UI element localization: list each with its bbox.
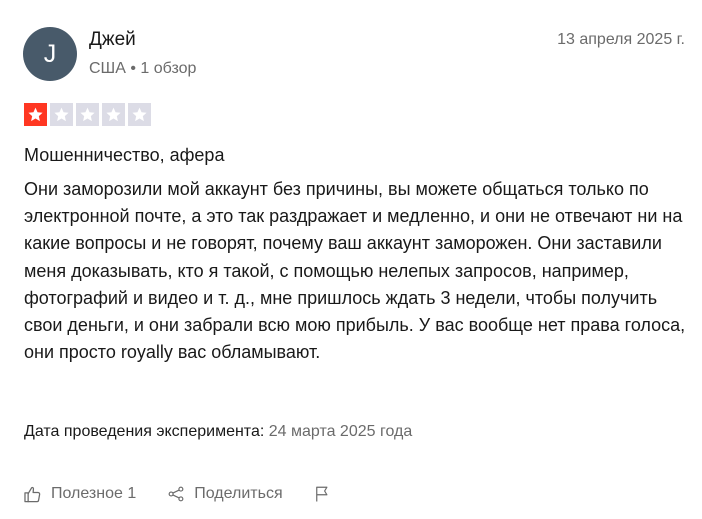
useful-button[interactable]: Полезное 1 — [23, 485, 136, 504]
star-1 — [24, 103, 47, 126]
star-2 — [50, 103, 73, 126]
report-button[interactable] — [313, 484, 331, 504]
review-card: J Джей США • 1 обзор 13 апреля 2025 г. М… — [0, 0, 702, 519]
star-4 — [102, 103, 125, 126]
author-name[interactable]: Джей — [89, 29, 136, 51]
author-meta: США • 1 обзор — [89, 60, 197, 77]
experience-label: Дата проведения эксперимента: — [24, 423, 265, 440]
star-3 — [76, 103, 99, 126]
flag-icon — [315, 486, 328, 502]
star-icon — [132, 107, 147, 122]
review-title: Мошенничество, афера — [24, 145, 225, 165]
review-body: Они заморозили мой аккаунт без причины, … — [24, 179, 686, 363]
star-icon — [80, 107, 95, 122]
thumbs-up-icon — [24, 486, 41, 502]
star-icon — [106, 107, 121, 122]
star-rating — [24, 103, 151, 126]
experience-date: Дата проведения эксперимента: 24 марта 2… — [24, 423, 412, 441]
share-button[interactable]: Поделиться — [166, 485, 283, 503]
star-5 — [128, 103, 151, 126]
review-actions: Полезное 1 Поделиться — [23, 484, 331, 504]
experience-value: 24 марта 2025 года — [268, 423, 413, 440]
share-label: Поделиться — [194, 485, 283, 502]
avatar-initial: J — [43, 39, 57, 68]
review-date: 13 апреля 2025 г. — [557, 31, 685, 48]
star-icon — [28, 107, 43, 122]
useful-label: Полезное 1 — [51, 485, 137, 502]
share-icon — [168, 486, 184, 502]
star-icon — [54, 107, 69, 122]
avatar[interactable]: J — [23, 27, 77, 81]
